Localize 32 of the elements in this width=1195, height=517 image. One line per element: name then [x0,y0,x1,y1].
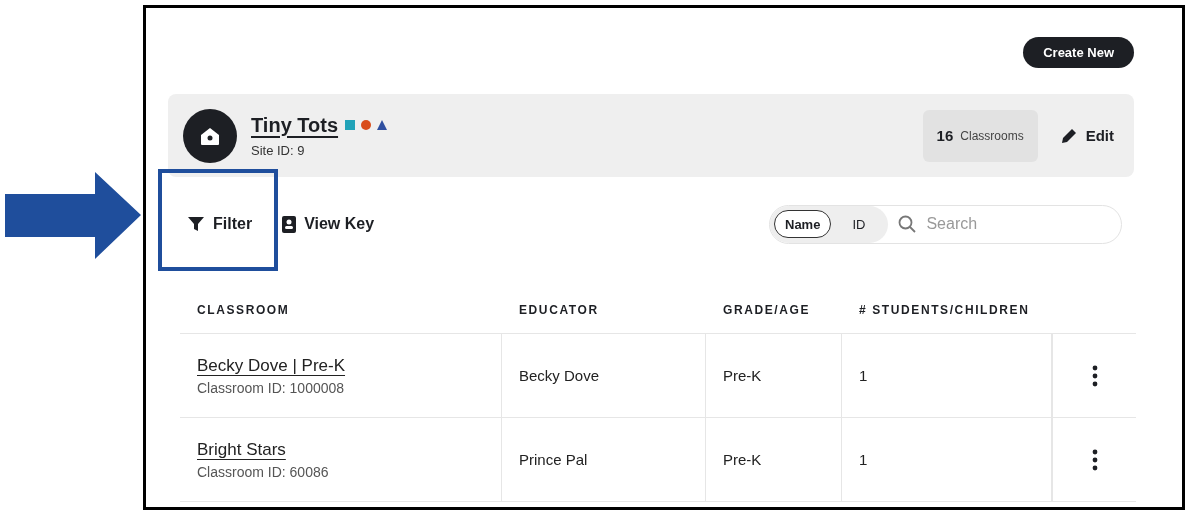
site-id: Site ID: 9 [251,142,306,158]
classroom-count-label: Classrooms [960,128,1024,143]
search-mode-toggle[interactable]: Name [774,210,832,238]
table-cell-text: 1 [859,451,869,468]
table-cell-text: 1 [859,367,869,384]
column-header: # STUDENTS/CHILDREN [858,302,1031,317]
create-new-button[interactable]: Create New [1023,37,1134,68]
table-cell-text: Prince Pal [519,451,589,468]
view-key-button[interactable]: View Key [282,215,375,233]
contact-card-icon [282,215,297,233]
column-header: EDUCATOR [518,302,600,317]
column-header: GRADE/AGE [722,302,812,317]
classroom-link[interactable]: Becky Dove | Pre-K [197,355,346,376]
search-icon [898,215,917,233]
column-header: CLASSROOM [196,302,291,317]
pencil-icon [1059,126,1078,145]
more-icon [1091,448,1098,471]
classroom-id: Classroom ID: 60086 [197,463,330,480]
more-icon [1091,364,1098,387]
site-name-link[interactable]: Tiny Tots [251,113,339,137]
search-mode-toggle[interactable]: ID [841,210,877,238]
shapes-icon [344,119,389,131]
classroom-link[interactable]: Bright Stars [197,439,286,460]
funnel-icon [187,216,205,232]
classroom-id: Classroom ID: 1000008 [197,379,346,396]
filter-button[interactable]: Filter [187,215,253,233]
table-cell-text: Pre-K [723,367,763,384]
classroom-count: 16 [936,127,954,144]
search-field[interactable]: Name ID Search [769,204,1122,244]
table-cell-text: Pre-K [723,451,763,468]
edit-button[interactable]: Edit [1053,125,1120,146]
table-cell-text: Becky Dove [519,367,601,384]
